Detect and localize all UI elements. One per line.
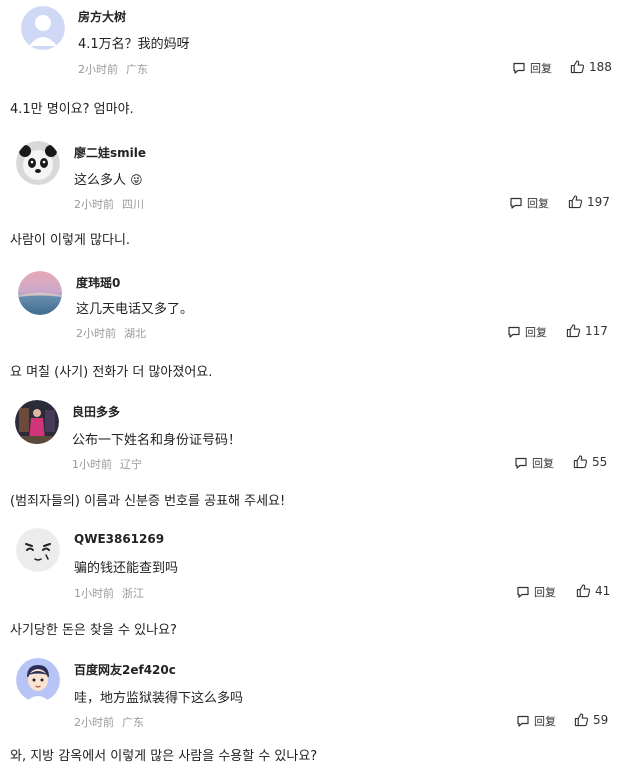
reply-icon: [507, 325, 521, 339]
avatar-panda[interactable]: [16, 141, 60, 185]
comment-text: 4.1万名？我的妈呀: [78, 37, 190, 52]
reply-label: 回复: [525, 326, 547, 339]
reply-button[interactable]: 回复: [507, 324, 547, 340]
comment-meta: 2小时前 四川: [74, 196, 144, 212]
comment-time: 1小时前: [72, 458, 112, 471]
translation-text: 요 며칠 (사기) 전화가 더 많아졌어요.: [10, 365, 213, 380]
username[interactable]: QWE3861269: [74, 532, 164, 546]
translation-text: 사기당한 돈은 찾을 수 있나요?: [10, 623, 177, 638]
avatar-default[interactable]: [21, 6, 65, 50]
reply-button[interactable]: 回复: [514, 455, 554, 471]
thumbs-up-icon: [574, 712, 589, 727]
thumbs-up-icon: [570, 59, 585, 74]
thumbs-up-icon: [566, 323, 581, 338]
translation-text: 사람이 이렇게 많다니.: [10, 233, 131, 248]
reply-icon: [516, 585, 530, 599]
like-count: 197: [587, 194, 610, 209]
reply-label: 回复: [527, 197, 549, 210]
like-button[interactable]: 188: [570, 59, 612, 74]
reply-button[interactable]: 回复: [516, 584, 556, 600]
comment-time: 2小时前: [74, 716, 114, 729]
like-count: 41: [595, 583, 611, 598]
reply-label: 回复: [534, 715, 556, 728]
thumbs-up-icon: [573, 454, 588, 469]
reply-button[interactable]: 回复: [516, 713, 556, 729]
comment-location: 四川: [122, 198, 144, 211]
comment-text: 哇，地方监狱装得下这么多吗: [74, 691, 244, 706]
comment-text-body: 这么多人: [74, 173, 127, 188]
reply-label: 回复: [534, 586, 556, 599]
reply-icon: [516, 714, 530, 728]
translation-text: 와, 지방 감옥에서 이렇게 많은 사람을 수용할 수 있나요?: [10, 749, 318, 764]
comment-time: 2小时前: [76, 327, 116, 340]
like-button[interactable]: 41: [576, 583, 610, 598]
like-button[interactable]: 55: [573, 454, 607, 469]
reply-button[interactable]: 回复: [512, 60, 552, 76]
comment-location: 湖北: [124, 327, 146, 340]
avatar-sunset[interactable]: [18, 271, 62, 315]
comment-location: 广东: [126, 63, 148, 76]
reply-button[interactable]: 回复: [509, 195, 549, 211]
comment-location: 浙江: [122, 587, 144, 600]
like-count: 188: [589, 59, 612, 74]
like-count: 55: [592, 454, 608, 469]
comment-text: 骗的钱还能查到吗: [74, 561, 179, 576]
comment-time: 2小时前: [78, 63, 118, 76]
like-count: 117: [585, 323, 608, 338]
like-button[interactable]: 117: [566, 323, 608, 338]
comment-meta: 2小时前 湖北: [76, 325, 146, 341]
username[interactable]: 度玮瑶0: [76, 274, 120, 291]
reply-icon: [509, 196, 523, 210]
comment-text: 公布一下姓名和身份证号码！: [72, 433, 242, 448]
username[interactable]: 廖二娃smile: [74, 144, 146, 161]
username[interactable]: 百度网友2ef420c: [74, 661, 176, 678]
reply-icon: [514, 456, 528, 470]
comment-location: 辽宁: [120, 458, 142, 471]
comment-location: 广东: [122, 716, 144, 729]
avatar-cartoon-face[interactable]: [16, 528, 60, 572]
comment-text: 这几天电话又多了。: [76, 302, 194, 317]
emoji: 😜: [130, 173, 143, 187]
reply-icon: [512, 61, 526, 75]
like-button[interactable]: 197: [568, 194, 610, 209]
reply-label: 回复: [530, 62, 552, 75]
comment-meta: 1小时前 浙江: [74, 585, 144, 601]
reply-label: 回复: [532, 457, 554, 470]
thumbs-up-icon: [568, 194, 583, 209]
like-button[interactable]: 59: [574, 712, 608, 727]
comment-meta: 1小时前 辽宁: [72, 456, 142, 472]
like-count: 59: [593, 712, 609, 727]
translation-text: 4.1만 명이요? 엄마야.: [10, 102, 134, 117]
comment-text: 这么多人 😜: [74, 169, 143, 188]
avatar-person[interactable]: [15, 400, 59, 444]
comment-time: 2小时前: [74, 198, 114, 211]
translation-text: (범죄자들의) 이름과 신분증 번호를 공표해 주세요!: [10, 494, 286, 509]
comment-meta: 2小时前 广东: [78, 61, 148, 77]
comment-time: 1小时前: [74, 587, 114, 600]
username[interactable]: 房方大树: [78, 8, 126, 25]
username[interactable]: 良田多多: [72, 403, 120, 420]
thumbs-up-icon: [576, 583, 591, 598]
avatar-cartoon-boy[interactable]: [16, 658, 60, 702]
comment-meta: 2小时前 广东: [74, 714, 144, 730]
